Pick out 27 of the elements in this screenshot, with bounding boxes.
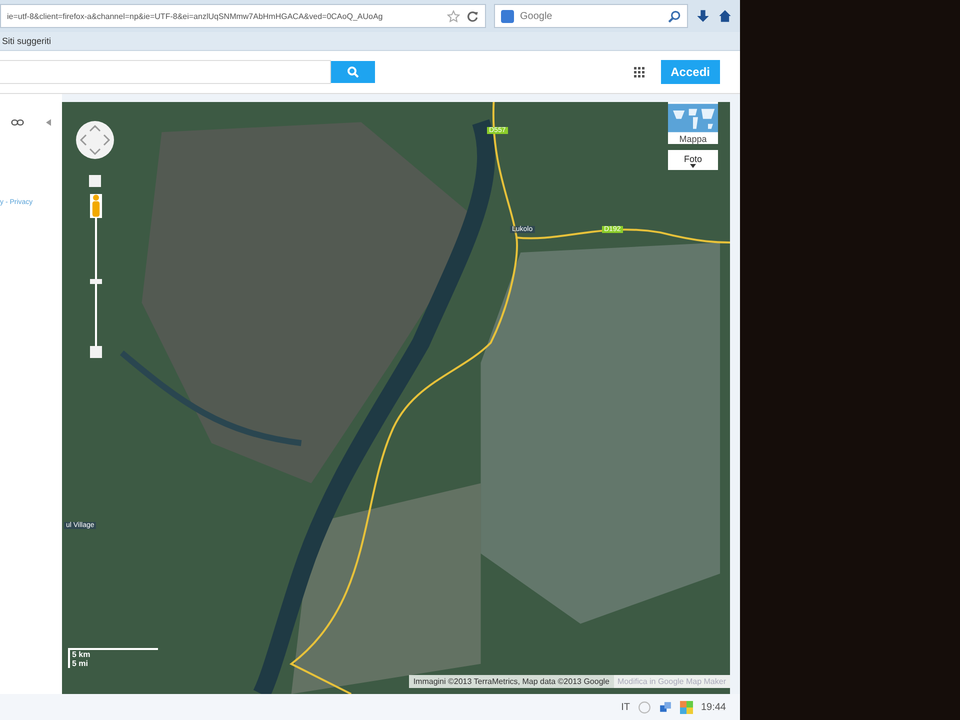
star-icon[interactable] <box>447 10 460 22</box>
search-engine-icon <box>501 10 514 22</box>
bookmark-link[interactable]: Siti suggeriti <box>2 36 52 46</box>
search-icon <box>347 66 359 78</box>
reload-icon[interactable] <box>466 10 479 22</box>
map-type-button[interactable]: Mappa <box>668 102 718 144</box>
tray-app-icon[interactable] <box>680 700 693 714</box>
search-input[interactable] <box>0 60 331 84</box>
network-icon[interactable] <box>658 700 672 714</box>
collapse-arrow-icon[interactable] <box>46 119 51 126</box>
home-icon[interactable] <box>718 9 732 23</box>
apps-grid-icon[interactable] <box>632 66 645 78</box>
attribution-text: Immagini ©2013 TerraMetrics, Map data ©2013 Google <box>409 675 614 688</box>
caret-icon <box>690 164 696 168</box>
download-icon[interactable] <box>696 9 710 23</box>
world-map-icon <box>668 102 718 134</box>
clock: 19:44 <box>700 702 726 712</box>
search-icon[interactable] <box>668 10 681 22</box>
zoom-slider-thumb[interactable] <box>90 278 102 284</box>
search-field[interactable]: Google <box>494 4 688 28</box>
scale-bar: 5 km 5 mi <box>68 648 158 668</box>
language-indicator[interactable]: IT <box>621 702 630 712</box>
url-text: ie=utf-8&client=firefox-a&channel=np&ie=UTF-8&ei=anzlUqSNMmw7AbHmHGACA&ved=0CAoQ_AUoAg <box>7 12 384 20</box>
map-type-button[interactable]: Foto <box>668 150 718 170</box>
pan-control[interactable] <box>75 120 115 160</box>
search-button[interactable] <box>331 61 375 83</box>
address-bar[interactable]: ie=utf-8&client=firefox-a&channel=np&ie=UTF-8&ei=anzlUqSNMmw7AbHmHGACA&ved=0CAoQ_AUoAg <box>0 4 486 28</box>
